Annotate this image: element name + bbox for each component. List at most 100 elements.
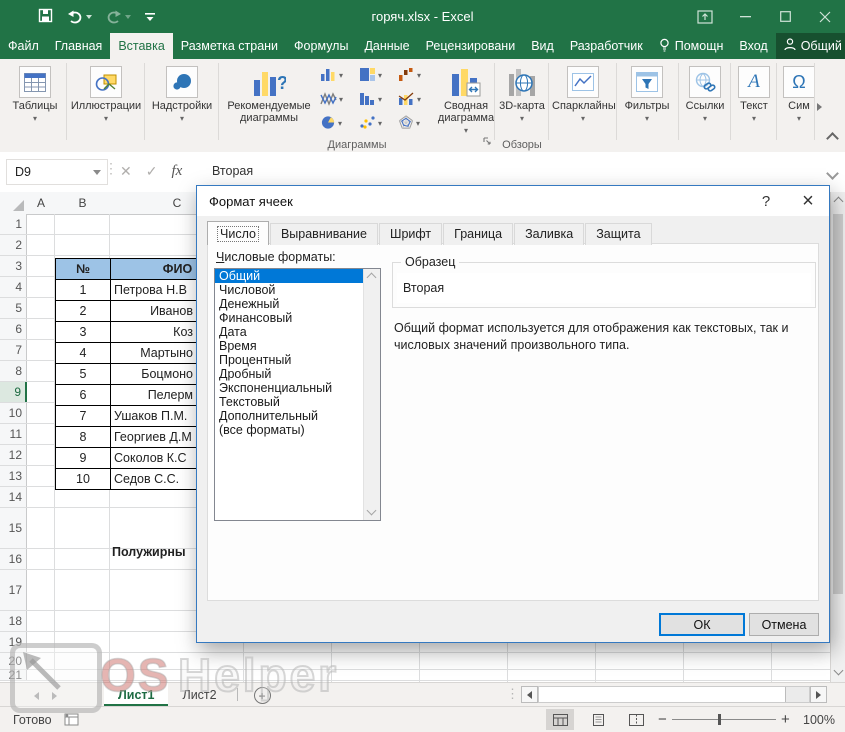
addins-button[interactable]: Надстройки ▾ [148, 62, 216, 148]
format-option[interactable]: Время [215, 339, 380, 353]
scroll-up-icon[interactable] [367, 273, 377, 283]
help-icon[interactable]: ? [757, 192, 775, 210]
formula-input[interactable]: Вторая [212, 159, 253, 183]
symbols-button[interactable]: Ω Сим ▾ [780, 62, 818, 148]
format-option[interactable]: Дата [215, 325, 380, 339]
format-option[interactable]: Финансовый [215, 311, 380, 325]
new-sheet-icon[interactable]: + [254, 687, 271, 704]
radar-chart-button[interactable]: ▾ [396, 111, 435, 133]
format-option[interactable]: Процентный [215, 353, 380, 367]
column-header-b[interactable]: B [55, 192, 111, 215]
zoom-in-icon[interactable]: + [781, 707, 790, 732]
line-chart-button[interactable]: ▾ [318, 87, 357, 109]
cancel-button[interactable]: Отмена [749, 613, 819, 636]
undo-button[interactable] [67, 10, 92, 24]
sheet-tab-list2[interactable]: Лист2 [168, 683, 230, 706]
tab-file[interactable]: Файл [0, 33, 47, 59]
ribbon-overflow-icon[interactable] [817, 99, 822, 114]
tab-home[interactable]: Главная [47, 33, 111, 59]
insert-function-icon[interactable]: fx [171, 163, 182, 180]
vertical-scroll-thumb[interactable] [833, 214, 843, 594]
hscroll-left-icon[interactable] [521, 686, 538, 703]
bold-text-cell[interactable]: Полужирны [112, 531, 196, 572]
tab-tell-me[interactable]: Помощн [651, 33, 732, 59]
column-chart-button[interactable]: ▾ [318, 63, 357, 85]
sparklines-button[interactable]: Спарклайны ▾ [552, 62, 614, 148]
tab-developer[interactable]: Разработчик [562, 33, 651, 59]
maximize-button[interactable] [765, 0, 805, 33]
dialog-tab-border[interactable]: Граница [443, 223, 513, 245]
scroll-down-icon[interactable] [367, 506, 377, 516]
column-header-a[interactable]: A [27, 192, 56, 215]
normal-view-icon[interactable] [546, 709, 574, 730]
dialog-tab-alignment[interactable]: Выравнивание [270, 223, 378, 245]
charts-dialog-launcher-icon[interactable] [482, 134, 492, 149]
waterfall-chart-button[interactable]: ▾ [396, 63, 435, 85]
format-option[interactable]: (все форматы) [215, 423, 380, 437]
ribbon-display-options-icon[interactable] [685, 0, 725, 33]
sheet-nav-right-icon[interactable] [52, 692, 57, 700]
grid-row[interactable]: 20 [0, 653, 830, 670]
format-option[interactable]: Денежный [215, 297, 380, 311]
illustrations-button[interactable]: Иллюстрации ▾ [70, 62, 142, 148]
hscroll-right-icon[interactable] [810, 686, 827, 703]
histogram-chart-button[interactable]: ▾ [357, 87, 396, 109]
confirm-entry-icon[interactable]: ✓ [146, 163, 158, 180]
format-option[interactable]: Текстовый [215, 395, 380, 409]
save-icon[interactable] [38, 8, 53, 26]
zoom-out-icon[interactable]: − [658, 707, 667, 732]
format-option-selected[interactable]: Общий [215, 269, 380, 283]
links-button[interactable]: Ссылки ▾ [682, 62, 728, 148]
format-option[interactable]: Числовой [215, 283, 380, 297]
horizontal-scroll-thumb[interactable] [539, 687, 786, 702]
filters-button[interactable]: Фильтры ▾ [620, 62, 674, 148]
name-box[interactable]: D9 [6, 159, 108, 185]
horizontal-scrollbar[interactable] [538, 686, 810, 703]
zoom-slider-thumb[interactable] [718, 714, 721, 725]
recommended-charts-button[interactable]: ? Рекомендуемые диаграммы [222, 62, 316, 148]
zoom-level[interactable]: 100% [803, 707, 835, 732]
list-scrollbar[interactable] [363, 269, 380, 520]
expand-formula-bar-icon[interactable] [828, 166, 837, 181]
dialog-tab-font[interactable]: Шрифт [379, 223, 442, 245]
ok-button[interactable]: ОК [659, 613, 745, 636]
page-layout-view-icon[interactable] [584, 709, 612, 730]
zoom-slider[interactable] [672, 719, 776, 720]
tab-insert[interactable]: Вставка [110, 33, 172, 59]
text-button[interactable]: А Текст ▾ [734, 62, 774, 148]
tab-sign-in[interactable]: Вход [731, 33, 775, 59]
tab-page-layout[interactable]: Разметка страни [173, 33, 286, 59]
tables-button[interactable]: Таблицы ▾ [6, 62, 64, 148]
tab-formulas[interactable]: Формулы [286, 33, 356, 59]
tab-review[interactable]: Рецензировани [418, 33, 524, 59]
dialog-tab-protection[interactable]: Защита [585, 223, 651, 245]
tab-view[interactable]: Вид [523, 33, 562, 59]
cancel-entry-icon[interactable]: ✕ [120, 163, 132, 180]
dialog-tab-fill[interactable]: Заливка [514, 223, 584, 245]
format-option[interactable]: Дробный [215, 367, 380, 381]
table-header-num[interactable]: № [56, 259, 111, 280]
scroll-up-icon[interactable] [834, 197, 844, 207]
dialog-close-icon[interactable]: × [795, 189, 821, 213]
format-option[interactable]: Дополнительный [215, 409, 380, 423]
record-macro-icon[interactable] [64, 713, 79, 729]
pie-chart-button[interactable]: ▾ [318, 111, 357, 133]
select-all-corner[interactable] [0, 192, 28, 215]
active-row-header[interactable]: 9 [0, 382, 27, 402]
sheet-nav-left-icon[interactable] [34, 692, 39, 700]
tab-data[interactable]: Данные [356, 33, 417, 59]
combo-chart-button[interactable]: ▾ [396, 87, 435, 109]
customize-qat-button[interactable] [145, 11, 155, 23]
collapse-ribbon-icon[interactable] [828, 131, 837, 146]
vertical-scrollbar[interactable] [830, 192, 845, 682]
scroll-down-icon[interactable] [834, 666, 844, 676]
dialog-tab-number[interactable]: Число [207, 221, 269, 245]
splitter-handle[interactable]: ⋮ [506, 686, 519, 702]
page-break-view-icon[interactable] [622, 709, 650, 730]
hierarchy-chart-button[interactable]: ▾ [357, 63, 396, 85]
3d-map-button[interactable]: 3D-карта ▾ [498, 62, 546, 148]
grid-row[interactable]: 21 [0, 670, 830, 681]
number-formats-list[interactable]: Общий Числовой Денежный Финансовый Дата … [214, 268, 381, 521]
sheet-tab-list1[interactable]: Лист1 [104, 683, 168, 706]
minimize-button[interactable] [725, 0, 765, 33]
